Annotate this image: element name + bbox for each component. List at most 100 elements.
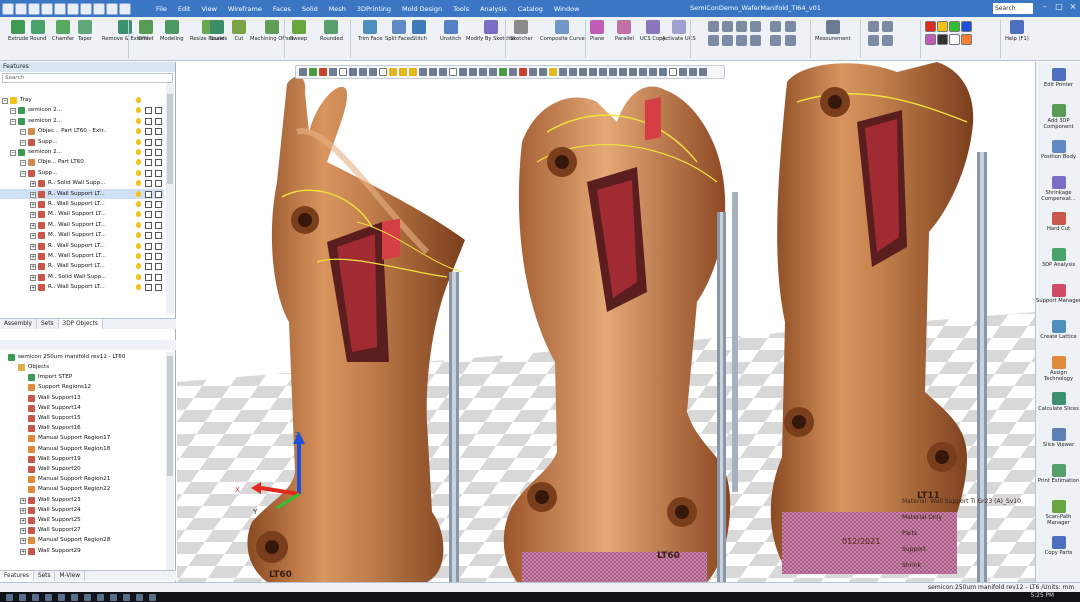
expand-toggle-icon[interactable]: + [30,243,36,250]
tool-icon[interactable] [770,35,781,46]
ribbon-button-plane[interactable]: Plane [590,20,604,42]
features-search-input[interactable]: Search [2,73,173,83]
color-swatch[interactable] [937,21,948,32]
expand-toggle-icon[interactable]: − [10,108,16,115]
color-swatch[interactable] [937,34,948,45]
expand-toggle-icon[interactable]: + [20,497,26,504]
visibility-bulb-icon[interactable] [136,138,141,145]
viewport-tool-icon[interactable] [659,68,667,76]
ribbon-button-cut[interactable]: Cut [232,20,246,42]
viewport-tool-icon[interactable] [619,68,627,76]
ribbon-button-split-faces[interactable]: Split Faces [385,20,413,42]
tool-icon[interactable] [750,21,761,32]
expand-toggle-icon[interactable]: + [30,285,36,292]
checkbox[interactable] [145,180,152,188]
expand-toggle-icon[interactable]: − [20,160,26,167]
expand-toggle-icon[interactable]: + [30,233,36,240]
expand-toggle-icon[interactable]: + [30,222,36,229]
checkbox[interactable] [155,242,162,250]
menu-wireframe[interactable]: Wireframe [228,5,262,13]
menu-mesh[interactable]: Mesh [329,5,346,13]
viewport-tool-icon[interactable] [459,68,467,76]
viewport-tool-icon[interactable] [699,68,707,76]
expand-toggle-icon[interactable]: + [30,181,36,188]
feature-tree-row[interactable]: − Supp... [0,137,164,147]
viewport-tool-icon[interactable] [409,68,417,76]
viewport-tool-icon[interactable] [329,68,337,76]
menu-analysis[interactable]: Analysis [480,5,507,13]
menu-catalog[interactable]: Catalog [518,5,543,13]
rightbar-3dp-analysis[interactable]: 3DP Analysis [1036,248,1080,268]
viewport-tool-icon[interactable] [669,68,677,76]
color-swatch[interactable] [961,34,972,45]
search-input[interactable]: Search [993,3,1033,14]
app-icon[interactable] [97,593,104,601]
checkbox[interactable] [155,107,162,115]
ribbon-button-extrude[interactable]: Extrude [8,20,28,42]
checkbox[interactable] [155,273,162,281]
expand-toggle-icon[interactable]: + [30,212,36,219]
expand-toggle-icon[interactable]: − [20,170,26,177]
visibility-bulb-icon[interactable] [136,221,141,228]
search-icon[interactable] [19,593,26,601]
rightbar-position-body[interactable]: Position Body [1036,140,1080,160]
expand-toggle-icon[interactable]: + [30,202,36,208]
tool-icon[interactable] [722,35,733,46]
ribbon-button-composite-curve[interactable]: Composite Curve [540,20,585,42]
ribbon-button-modeling[interactable]: Modeling [160,20,184,42]
expand-toggle-icon[interactable]: − [20,139,26,146]
tab-features[interactable]: Features [0,571,34,581]
tab-sets[interactable]: Sets [34,571,56,581]
ribbon-button-round[interactable]: Round [30,20,46,42]
tool-icon[interactable] [785,21,796,32]
checkbox[interactable] [155,169,162,177]
tool-icon[interactable] [770,21,781,32]
feature-tree-row[interactable]: + R.. Wall Support LT... [0,261,164,271]
visibility-bulb-icon[interactable] [136,180,141,187]
ribbon-button-parallel[interactable]: Parallel [615,20,634,42]
visibility-bulb-icon[interactable] [136,263,141,270]
checkbox[interactable] [155,138,162,146]
tool-icon[interactable] [708,21,719,32]
expand-toggle-icon[interactable]: + [20,548,26,555]
feature-tree-row[interactable]: − Objec... Part LT60 - Extr.. [0,126,164,136]
feature-tree-scrollbar[interactable] [166,84,174,314]
expand-toggle-icon[interactable]: + [20,518,26,524]
tool-icon[interactable] [868,35,879,46]
visibility-bulb-icon[interactable] [136,97,141,103]
color-swatch[interactable] [925,21,936,32]
ribbon-button-offset[interactable]: Offset [138,20,154,42]
viewport-tool-icon[interactable] [299,68,307,76]
tool-icon[interactable] [868,21,879,32]
app-icon[interactable] [110,593,117,601]
rightbar-copy-parts[interactable]: Copy Parts [1036,536,1080,556]
ribbon-button-measurement[interactable]: Measurement [815,20,851,42]
viewport-tool-icon[interactable] [679,68,687,76]
tool-icon[interactable] [750,35,761,46]
checkbox[interactable] [145,211,152,219]
checkbox[interactable] [145,273,152,281]
viewport-tool-icon[interactable] [419,68,427,76]
tab-assembly[interactable]: Assembly [0,319,37,329]
tool-icon[interactable] [882,21,893,32]
feature-tree-row[interactable]: − Tray [0,95,164,105]
viewport-tool-icon[interactable] [389,68,397,76]
rightbar-shrinkage-compensat[interactable]: Shrinkage Compensat... [1036,176,1080,202]
feature-tree-row[interactable]: + M.. Wall Support LT... [0,230,164,240]
tab-sets[interactable]: Sets [37,319,59,329]
mail-icon[interactable] [84,593,91,601]
visibility-bulb-icon[interactable] [136,273,141,280]
checkbox[interactable] [155,201,162,208]
viewport-tool-icon[interactable] [519,68,527,76]
viewport-tool-icon[interactable] [489,68,497,76]
quick-access-button[interactable] [28,2,40,15]
maximize-icon[interactable]: □ [1054,2,1064,12]
viewport-tool-icon[interactable] [339,68,347,76]
ribbon-button-sweep[interactable]: Sweep [290,20,307,42]
menu-edit[interactable]: Edit [178,5,191,13]
checkbox[interactable] [145,263,152,271]
checkbox[interactable] [145,138,152,146]
quick-access-button[interactable] [119,2,131,15]
rightbar-assign-technology[interactable]: Assign Technology [1036,356,1080,382]
menu-window[interactable]: Window [554,5,580,13]
